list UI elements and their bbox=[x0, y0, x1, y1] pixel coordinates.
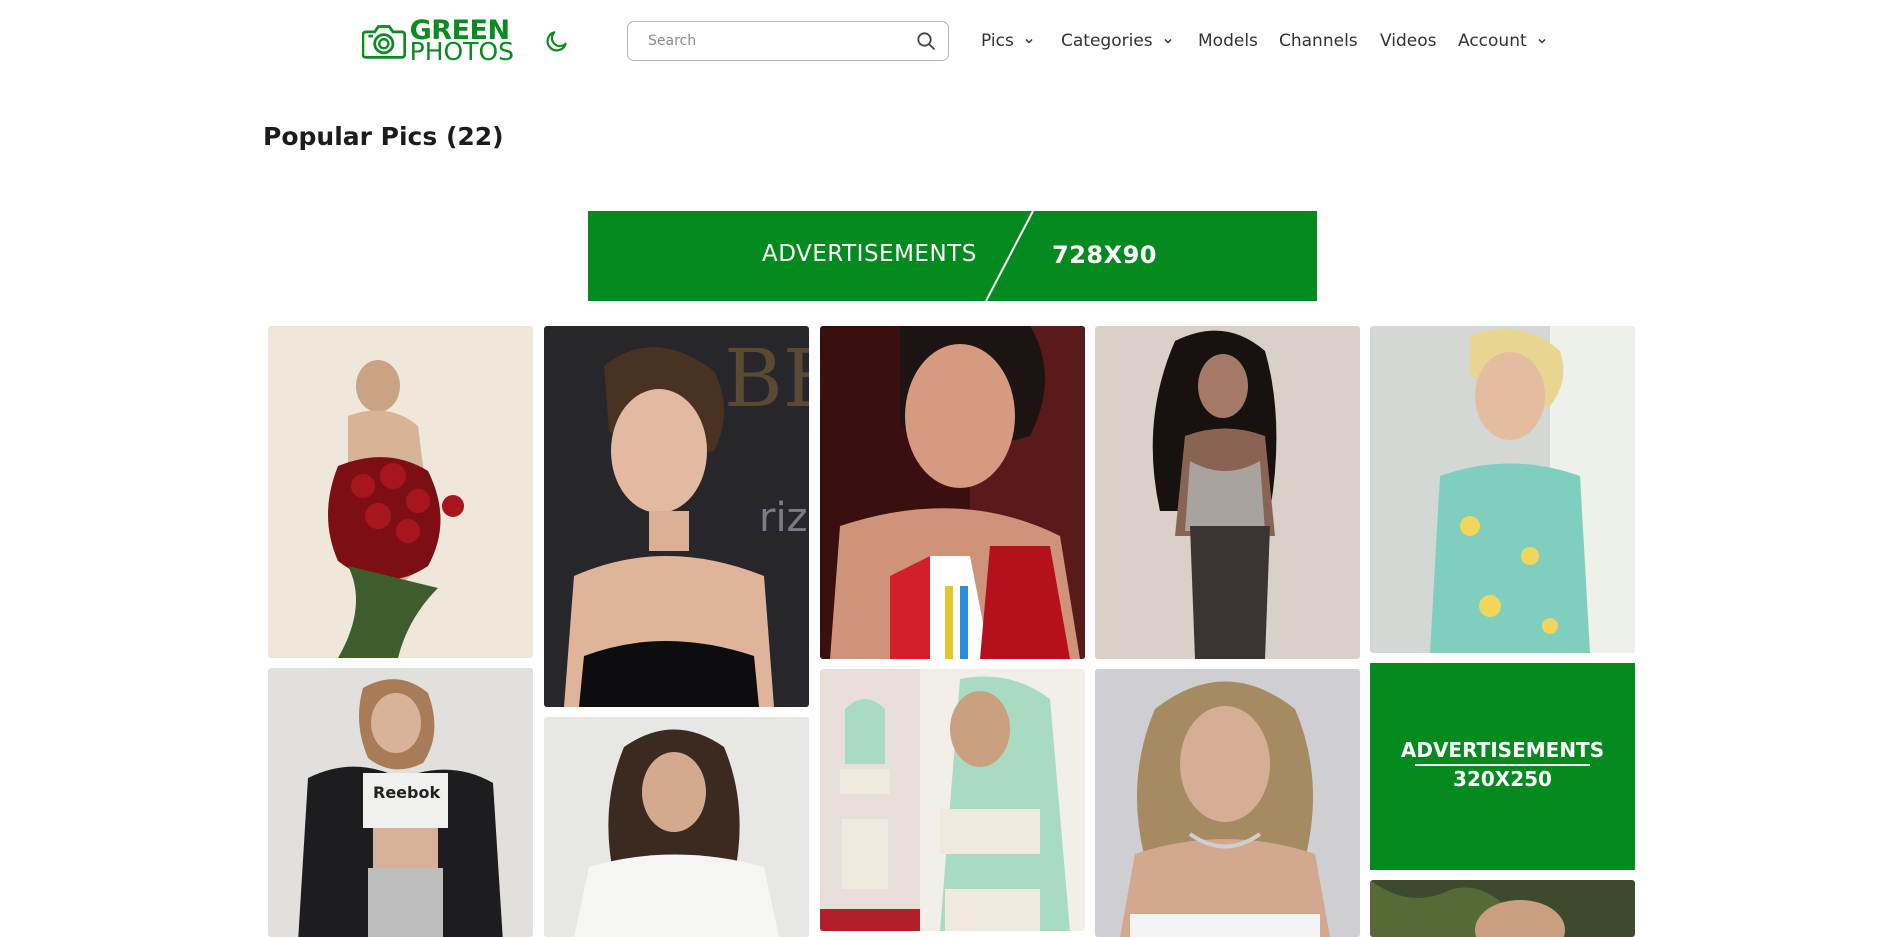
chevron-down-icon bbox=[1538, 38, 1546, 44]
gallery-photo[interactable] bbox=[820, 326, 1085, 659]
gallery-photo[interactable] bbox=[1370, 326, 1635, 653]
svg-text:Reebok: Reebok bbox=[373, 783, 440, 802]
gallery-photo[interactable] bbox=[268, 326, 533, 658]
ad-divider bbox=[1415, 764, 1590, 766]
nav-item-label: Account bbox=[1458, 31, 1527, 51]
nav-item-label: Models bbox=[1198, 31, 1258, 51]
photo-image bbox=[1095, 326, 1360, 659]
search-box[interactable] bbox=[627, 21, 949, 61]
gallery-photo[interactable]: Reebok bbox=[268, 668, 533, 937]
ad-banner-320x250[interactable]: ADVERTISEMENTS 320X250 bbox=[1370, 663, 1635, 870]
moon-icon[interactable] bbox=[544, 28, 570, 54]
nav-item-pics[interactable]: Pics bbox=[981, 28, 1034, 54]
chevron-down-icon bbox=[1025, 38, 1033, 44]
nav-item-categories[interactable]: Categories bbox=[1061, 28, 1173, 54]
nav-item-channels[interactable]: Channels bbox=[1279, 28, 1358, 54]
ad-size: 728X90 bbox=[1052, 241, 1157, 269]
ad-size: 320X250 bbox=[1453, 767, 1552, 791]
photo-image bbox=[820, 669, 1085, 931]
photo-image bbox=[1370, 880, 1635, 937]
photo-image bbox=[1370, 326, 1635, 653]
photo-image: BE riz bbox=[544, 326, 809, 707]
nav-item-label: Categories bbox=[1061, 31, 1153, 51]
camera-icon bbox=[362, 25, 406, 59]
gallery-photo[interactable] bbox=[544, 717, 809, 937]
logo-text-line2: PHOTOS bbox=[409, 37, 514, 66]
photo-image bbox=[820, 326, 1085, 659]
nav-item-label: Videos bbox=[1380, 31, 1437, 51]
svg-text:riz: riz bbox=[759, 495, 808, 541]
nav-item-account[interactable]: Account bbox=[1458, 28, 1547, 54]
ad-banner-728x90[interactable]: ADVERTISEMENTS 728X90 bbox=[588, 211, 1317, 301]
search-input[interactable] bbox=[648, 33, 916, 49]
gallery-photo[interactable] bbox=[820, 669, 1085, 931]
svg-text:BE: BE bbox=[724, 332, 809, 425]
photo-image bbox=[544, 717, 809, 937]
site-logo[interactable]: GREEN PHOTOS bbox=[362, 17, 514, 66]
gallery-photo[interactable] bbox=[1095, 326, 1360, 659]
gallery-photo[interactable] bbox=[1095, 669, 1360, 937]
nav-item-models[interactable]: Models bbox=[1198, 28, 1258, 54]
nav-item-label: Channels bbox=[1279, 31, 1358, 51]
photo-image bbox=[268, 326, 533, 658]
ad-label: ADVERTISEMENTS bbox=[762, 241, 977, 267]
nav-item-videos[interactable]: Videos bbox=[1380, 28, 1437, 54]
photo-image: Reebok bbox=[268, 668, 533, 937]
photo-image bbox=[1095, 669, 1360, 937]
gallery-photo[interactable] bbox=[1370, 880, 1635, 937]
gallery-photo[interactable]: BE riz bbox=[544, 326, 809, 707]
nav-item-label: Pics bbox=[981, 31, 1014, 51]
search-icon[interactable] bbox=[916, 31, 936, 51]
page-title: Popular Pics (22) bbox=[263, 122, 504, 151]
chevron-down-icon bbox=[1164, 38, 1172, 44]
ad-label: ADVERTISEMENTS bbox=[1400, 738, 1605, 762]
